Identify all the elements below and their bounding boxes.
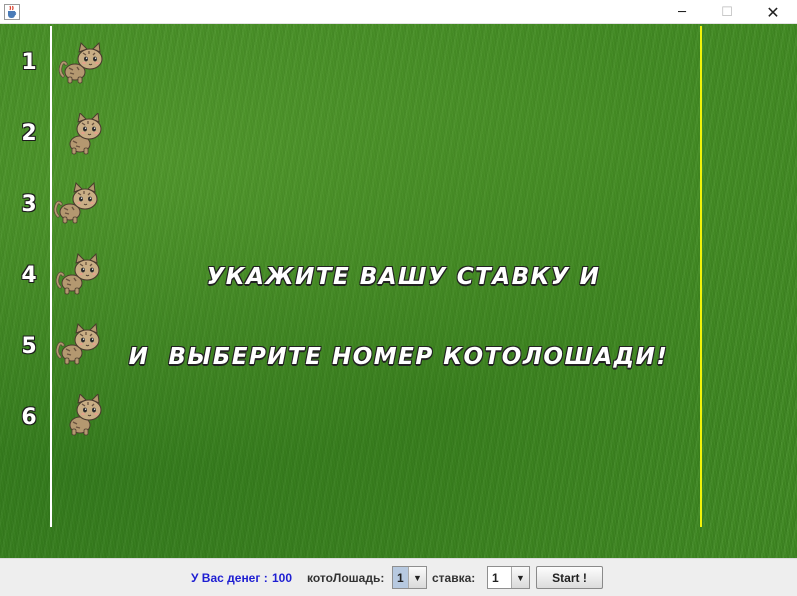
lane-number-2: 2 (21, 121, 37, 146)
start-button[interactable]: Start ! (536, 566, 603, 589)
instruction-line-1: УКАЖИТЕ ВАШУ СТАВКУ И (206, 264, 601, 290)
bet-label: ставка: (432, 571, 476, 585)
close-button[interactable]: ✕ (750, 0, 796, 24)
cat-icon (69, 113, 102, 155)
bet-selected-value: 1 (492, 571, 499, 585)
java-cup-icon (4, 4, 20, 20)
cat-horse-label: котоЛошадь: (307, 571, 385, 585)
cat-icon (53, 182, 99, 224)
money-label: У Вас денег : (191, 571, 268, 585)
close-icon: ✕ (766, 2, 780, 22)
maximize-button[interactable]: ☐ (704, 0, 750, 24)
bet-select[interactable]: 1 ▼ (487, 566, 530, 589)
lane-number-6: 6 (21, 405, 37, 430)
maximize-icon: ☐ (721, 4, 733, 20)
cat-icon (58, 42, 104, 84)
lane-number-3: 3 (21, 192, 37, 217)
money-value: 100 (272, 571, 293, 585)
instruction-line-2: И ВЫБЕРИТЕ НОМЕР КОТОЛОШАДИ! (128, 344, 669, 370)
race-field: 1 2 3 4 5 6 УКАЖИТЕ ВАШУ СТАВКУ И И ВЫБЕ… (0, 24, 797, 558)
lane-number-1: 1 (21, 50, 37, 75)
minimize-icon: ─ (678, 4, 686, 20)
control-bar: У Вас денег : 100 котоЛошадь: 1 ▼ ставка… (0, 558, 797, 596)
chevron-down-icon[interactable]: ▼ (511, 567, 529, 588)
title-bar: ─ ☐ ✕ (0, 0, 797, 24)
cat-icon (69, 394, 102, 436)
cat-horse-select[interactable]: 1 ▼ (392, 566, 427, 589)
chevron-down-icon[interactable]: ▼ (408, 567, 426, 588)
minimize-button[interactable]: ─ (659, 0, 705, 24)
